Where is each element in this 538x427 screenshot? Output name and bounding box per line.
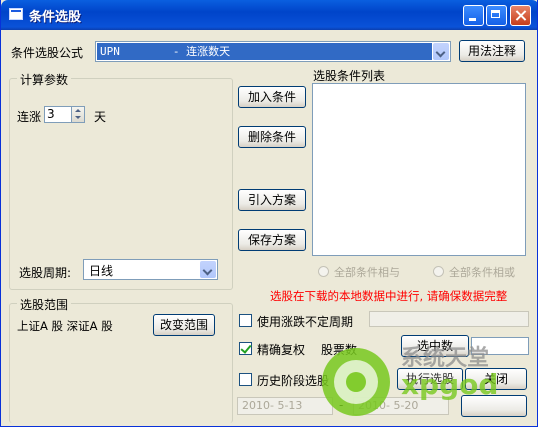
change-range-button[interactable]: 改变范围 xyxy=(153,314,215,336)
param-prefix: 连涨 xyxy=(17,110,42,124)
window-title: 条件选股 xyxy=(29,10,82,25)
logic-and-radio[interactable] xyxy=(318,266,329,277)
stock-filter-window: 条件选股 条件选股公式 UPN - 连涨数天 用法注释 计算参数 连涨 3 天 … xyxy=(0,0,538,427)
watermark-logo-icon xyxy=(322,348,390,416)
add-condition-button[interactable]: 加入条件 xyxy=(238,86,306,108)
app-window-icon xyxy=(9,8,23,20)
suspended-progress xyxy=(369,311,529,327)
formula-selected-value: UPN - 连涨数天 xyxy=(97,43,432,60)
date-from-value: 2010- 5-13 xyxy=(242,399,303,412)
param-spinner[interactable] xyxy=(71,106,85,123)
logic-or-radio[interactable] xyxy=(433,266,444,277)
maximize-button[interactable] xyxy=(486,5,507,26)
warning-text: 选股在下载的本地数据中进行, 请确保数据完整 xyxy=(270,289,508,303)
spin-down-icon[interactable] xyxy=(75,116,81,119)
condition-list[interactable] xyxy=(312,83,526,256)
history-checkbox[interactable] xyxy=(239,373,252,386)
param-suffix: 天 xyxy=(94,110,107,124)
use-suspended-checkbox[interactable] xyxy=(239,314,252,327)
period-value: 日线 xyxy=(89,264,114,278)
save-plan-button[interactable]: 保存方案 xyxy=(238,229,306,251)
formula-label: 条件选股公式 xyxy=(11,46,84,60)
adjust-checkbox[interactable] xyxy=(239,342,252,355)
logic-and-label: 全部条件相与 xyxy=(334,266,400,279)
minimize-button[interactable] xyxy=(463,5,484,26)
logic-or-label: 全部条件相或 xyxy=(449,266,515,279)
calc-params-title: 计算参数 xyxy=(17,71,72,88)
adjust-label: 精确复权 xyxy=(257,343,306,357)
title-bar[interactable]: 条件选股 xyxy=(1,0,537,30)
chevron-down-icon[interactable] xyxy=(200,261,216,278)
import-plan-button[interactable]: 引入方案 xyxy=(238,189,306,211)
period-label: 选股周期: xyxy=(19,266,72,280)
range-markets: 上证A 股 深证A 股 xyxy=(17,319,113,333)
delete-condition-button[interactable]: 删除条件 xyxy=(238,126,306,148)
use-suspended-label: 使用涨跌不定周期 xyxy=(257,315,354,329)
watermark-en: xpgod xyxy=(401,368,499,401)
close-window-button[interactable] xyxy=(510,5,531,26)
spin-up-icon[interactable] xyxy=(75,109,81,112)
param-value-input[interactable]: 3 xyxy=(44,106,72,123)
chevron-down-icon[interactable] xyxy=(433,43,449,60)
usage-notes-button[interactable]: 用法注释 xyxy=(459,40,525,62)
formula-dropdown[interactable]: UPN - 连涨数天 xyxy=(95,41,451,62)
period-dropdown[interactable]: 日线 xyxy=(83,259,218,280)
param-value-text: 3 xyxy=(47,107,55,121)
range-title: 选股范围 xyxy=(17,296,72,313)
condition-list-title: 选股条件列表 xyxy=(313,69,386,83)
